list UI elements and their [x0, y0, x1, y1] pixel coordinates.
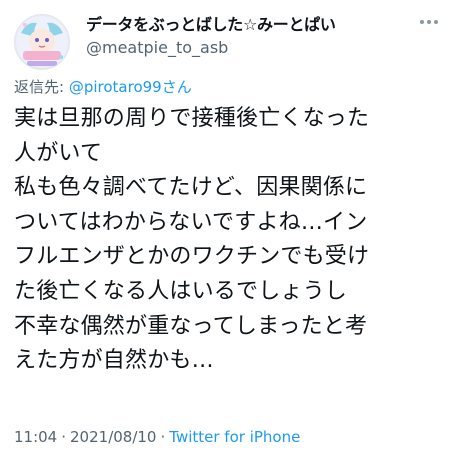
tweet-date[interactable]: 2021/08/10	[70, 428, 156, 446]
meta-separator: ·	[160, 428, 166, 446]
tweet-text-line: 私も色々調べてたけど、因果関係に	[14, 175, 368, 201]
tweet-text-line: ついてはわからないですよね…イン	[14, 209, 368, 235]
author-avatar[interactable]	[14, 14, 70, 70]
anime-avatar-icon	[16, 16, 68, 68]
meta-separator: ·	[61, 428, 67, 446]
tweet-text-line: えた方が自然かも…	[14, 348, 214, 374]
tweet-time[interactable]: 11:04	[14, 428, 57, 446]
more-options-button[interactable]	[414, 12, 444, 32]
tweet-text-line: フルエンザとかのワクチンでも受け	[14, 244, 370, 270]
author-name-row: データをぶっとばした☆みーとぱい	[86, 11, 336, 35]
tweet-text-line: 人がいて	[14, 140, 103, 166]
reply-mention-link[interactable]: @pirotaro99さん	[69, 78, 192, 96]
author-display-name[interactable]: データをぶっとばした☆みーとぱい	[86, 11, 336, 35]
tweet-source-link[interactable]: Twitter for iPhone	[169, 428, 300, 446]
tweet: データをぶっとばした☆みーとぱい @meatpie_to_asb 返信先: @p…	[0, 0, 453, 464]
tweet-text: 実は旦那の周りで接種後亡くなった 人がいて 私も色々調べてたけど、因果関係に つ…	[14, 102, 444, 379]
replying-to: 返信先: @pirotaro99さん	[14, 76, 192, 97]
replying-to-label: 返信先:	[14, 78, 69, 96]
more-horizontal-icon	[419, 20, 440, 24]
tweet-text-line: 不幸な偶然が重なってしまったと考	[14, 313, 368, 339]
author-username[interactable]: @meatpie_to_asb	[86, 38, 228, 57]
tweet-metadata: 11:04 · 2021/08/10 · Twitter for iPhone	[14, 428, 300, 446]
tweet-text-line: 実は旦那の周りで接種後亡くなった	[14, 106, 370, 131]
tweet-text-line: た後亡くなる人はいるでしょうし	[14, 278, 348, 304]
